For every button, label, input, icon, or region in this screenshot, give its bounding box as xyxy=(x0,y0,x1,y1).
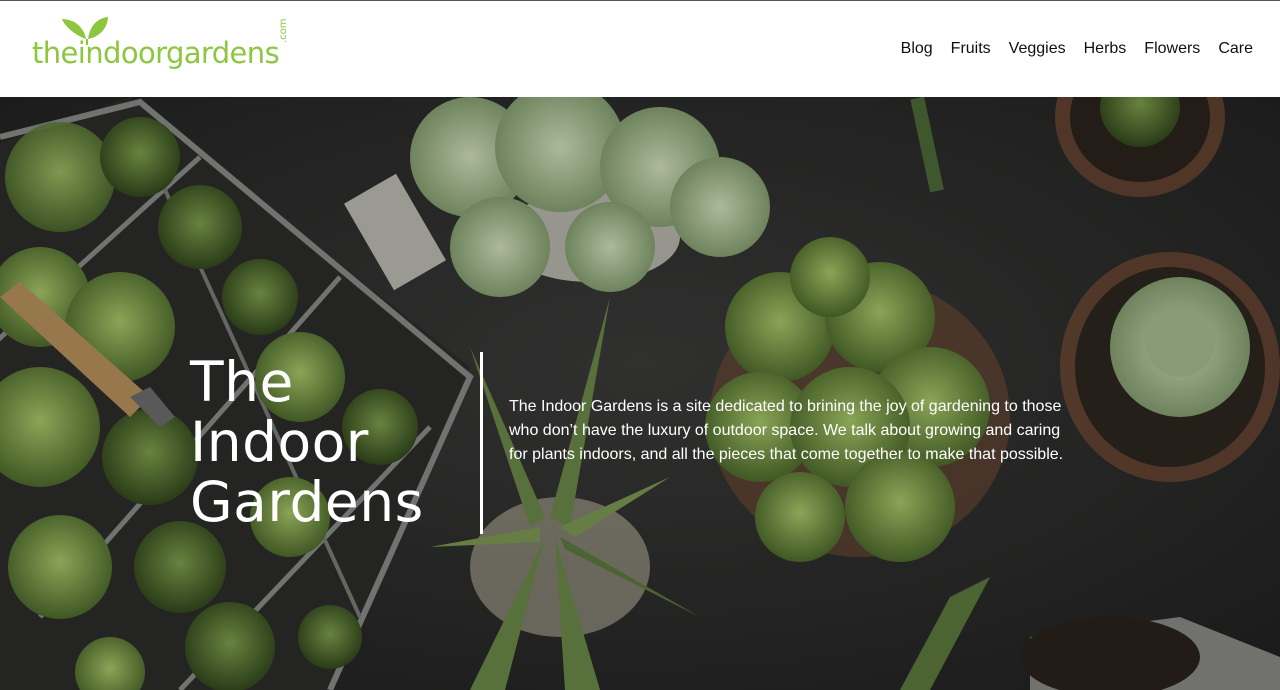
logo-wordmark: theindoorgardens xyxy=(32,36,280,70)
hero-description: The Indoor Gardens is a site dedicated t… xyxy=(509,398,1064,463)
nav-item-fruits[interactable]: Fruits xyxy=(951,39,991,59)
nav-item-herbs[interactable]: Herbs xyxy=(1084,39,1127,59)
site-logo[interactable]: theindoorgardens .com xyxy=(28,15,290,81)
hero-divider xyxy=(480,352,483,534)
hero-title-line-2: Indoor xyxy=(190,410,369,474)
site-header: theindoorgardens .com Blog Fruits Veggie… xyxy=(0,0,1280,97)
main-nav: Blog Fruits Veggies Herbs Flowers Care xyxy=(883,39,1253,59)
nav-item-flowers[interactable]: Flowers xyxy=(1144,39,1200,59)
nav-item-blog[interactable]: Blog xyxy=(901,39,933,59)
logo-word-rest: indoorgardens xyxy=(77,36,280,70)
nav-item-veggies[interactable]: Veggies xyxy=(1009,39,1066,59)
hero-title: The Indoor Gardens xyxy=(190,352,480,532)
logo-word-the: the xyxy=(32,36,78,70)
hero-title-line-3: Gardens xyxy=(190,470,424,534)
hero-section: The Indoor Gardens The Indoor Gardens is… xyxy=(0,97,1280,690)
hero-title-line-1: The xyxy=(190,350,294,414)
nav-item-care[interactable]: Care xyxy=(1218,39,1253,59)
logo-suffix: .com xyxy=(278,18,289,43)
